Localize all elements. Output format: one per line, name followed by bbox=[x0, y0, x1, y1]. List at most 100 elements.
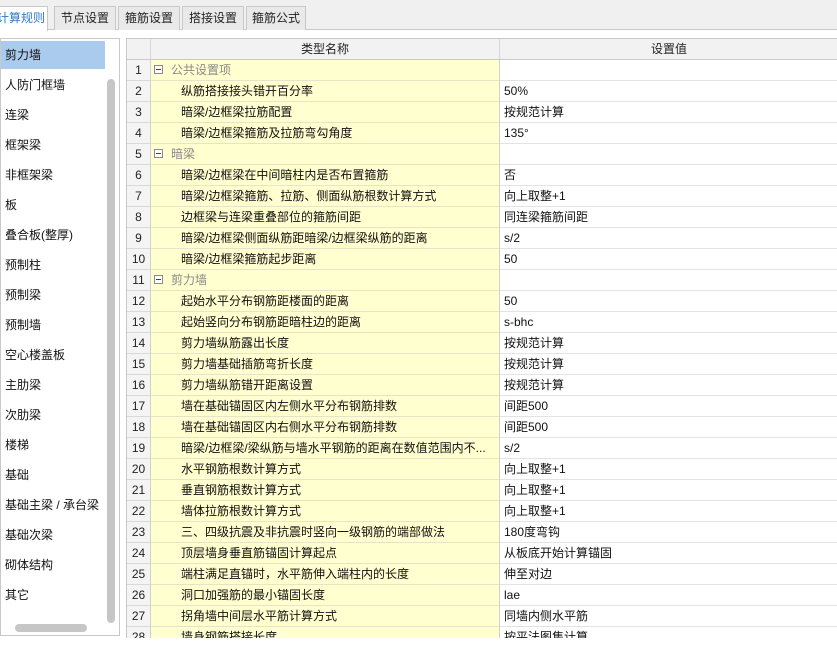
table-row[interactable]: 2 纵筋搭接接头错开百分率 50% bbox=[127, 81, 837, 102]
tab-stirrup-formula[interactable]: 箍筋公式 bbox=[246, 6, 306, 30]
name-cell: 剪力墙纵筋错开距离设置 bbox=[151, 375, 500, 396]
value-cell[interactable]: 向上取整+1 bbox=[500, 480, 837, 501]
table-row[interactable]: 25 端柱满足直锚时，水平筋伸入端柱内的长度 伸至对边 bbox=[127, 564, 837, 585]
table-row[interactable]: 7 暗梁/边框梁箍筋、拉筋、侧面纵筋根数计算方式 向上取整+1 bbox=[127, 186, 837, 207]
sidebar-item-frame-beam[interactable]: 框架梁 bbox=[1, 131, 105, 159]
table-row[interactable]: 27 拐角墙中间层水平筋计算方式 同墙内侧水平筋 bbox=[127, 606, 837, 627]
sidebar-item-slab[interactable]: 板 bbox=[1, 191, 105, 219]
value-cell[interactable]: 按平法图集计算 bbox=[500, 627, 837, 638]
sidebar-item-stair[interactable]: 楼梯 bbox=[1, 431, 105, 459]
group-row[interactable]: 11 剪力墙 bbox=[127, 270, 837, 291]
row-number: 13 bbox=[127, 312, 151, 333]
value-cell[interactable]: 按规范计算 bbox=[500, 333, 837, 354]
sidebar-item-foundation-main-beam[interactable]: 基础主梁 / 承台梁 bbox=[1, 491, 105, 519]
table-row[interactable]: 14 剪力墙纵筋露出长度 按规范计算 bbox=[127, 333, 837, 354]
name-cell: 墙在基础锚固区内右侧水平分布钢筋排数 bbox=[151, 417, 500, 438]
sidebar-item-secondary-rib-beam[interactable]: 次肋梁 bbox=[1, 401, 105, 429]
value-cell[interactable]: 50 bbox=[500, 291, 837, 312]
tab-lap-settings[interactable]: 搭接设置 bbox=[182, 6, 244, 30]
table-row[interactable]: 24 顶层墙身垂直筋锚固计算起点 从板底开始计算锚固 bbox=[127, 543, 837, 564]
sidebar-horizontal-scrollbar[interactable] bbox=[15, 624, 87, 632]
row-number: 2 bbox=[127, 81, 151, 102]
collapse-toggle-icon[interactable] bbox=[154, 149, 163, 158]
table-row[interactable]: 3 暗梁/边框梁拉筋配置 按规范计算 bbox=[127, 102, 837, 123]
header-type-name[interactable]: 类型名称 bbox=[151, 39, 500, 59]
group-label: 公共设置项 bbox=[171, 63, 232, 77]
table-row[interactable]: 19 暗梁/边框梁/梁纵筋与墙水平钢筋的距离在数值范围内不... s/2 bbox=[127, 438, 837, 459]
sidebar-item-foundation-secondary-beam[interactable]: 基础次梁 bbox=[1, 521, 105, 549]
value-cell[interactable]: lae bbox=[500, 585, 837, 606]
sidebar-item-composite-slab[interactable]: 叠合板(整厚) bbox=[1, 221, 105, 249]
sidebar-item-civil-defense-door-frame-wall[interactable]: 人防门框墙 bbox=[1, 71, 105, 99]
sidebar-vertical-scrollbar[interactable] bbox=[107, 79, 115, 623]
sidebar-item-non-frame-beam[interactable]: 非框架梁 bbox=[1, 161, 105, 189]
table-row[interactable]: 21 垂直钢筋根数计算方式 向上取整+1 bbox=[127, 480, 837, 501]
table-row[interactable]: 28 墙身钢筋搭接长度 按平法图集计算 bbox=[127, 627, 837, 638]
sidebar-item-precast-beam[interactable]: 预制梁 bbox=[1, 281, 105, 309]
table-row[interactable]: 17 墙在基础锚固区内左侧水平分布钢筋排数 间距500 bbox=[127, 396, 837, 417]
tab-calc-rules[interactable]: 计算规则 bbox=[0, 6, 48, 31]
group-row[interactable]: 1 公共设置项 bbox=[127, 60, 837, 81]
table-row[interactable]: 16 剪力墙纵筋错开距离设置 按规范计算 bbox=[127, 375, 837, 396]
value-cell[interactable]: s/2 bbox=[500, 228, 837, 249]
row-number: 27 bbox=[127, 606, 151, 627]
value-cell[interactable]: 伸至对边 bbox=[500, 564, 837, 585]
table-row[interactable]: 8 边框梁与连梁重叠部位的箍筋间距 同连梁箍筋间距 bbox=[127, 207, 837, 228]
value-cell[interactable]: 按规范计算 bbox=[500, 354, 837, 375]
value-cell[interactable]: 同墙内侧水平筋 bbox=[500, 606, 837, 627]
table-row[interactable]: 12 起始水平分布钢筋距楼面的距离 50 bbox=[127, 291, 837, 312]
table-row[interactable]: 18 墙在基础锚固区内右侧水平分布钢筋排数 间距500 bbox=[127, 417, 837, 438]
group-row[interactable]: 5 暗梁 bbox=[127, 144, 837, 165]
table-row[interactable]: 20 水平钢筋根数计算方式 向上取整+1 bbox=[127, 459, 837, 480]
table-row[interactable]: 23 三、四级抗震及非抗震时竖向一级钢筋的端部做法 180度弯钩 bbox=[127, 522, 837, 543]
sidebar-item-coupling-beam[interactable]: 连梁 bbox=[1, 101, 105, 129]
sidebar-item-foundation[interactable]: 基础 bbox=[1, 461, 105, 489]
sidebar-item-precast-column[interactable]: 预制柱 bbox=[1, 251, 105, 279]
name-cell: 暗梁/边框梁侧面纵筋距暗梁/边框梁纵筋的距离 bbox=[151, 228, 500, 249]
value-cell[interactable]: 按规范计算 bbox=[500, 102, 837, 123]
value-cell[interactable]: 否 bbox=[500, 165, 837, 186]
row-number: 28 bbox=[127, 627, 151, 638]
sidebar-item-shear-wall[interactable]: 剪力墙 bbox=[1, 41, 105, 69]
value-cell[interactable] bbox=[500, 60, 837, 81]
tab-bar: 计算规则 节点设置 箍筋设置 搭接设置 箍筋公式 bbox=[0, 0, 837, 31]
value-cell[interactable]: 180度弯钩 bbox=[500, 522, 837, 543]
value-cell[interactable]: 向上取整+1 bbox=[500, 501, 837, 522]
table-row[interactable]: 4 暗梁/边框梁箍筋及拉筋弯勾角度 135° bbox=[127, 123, 837, 144]
table-row[interactable]: 10 暗梁/边框梁箍筋起步距离 50 bbox=[127, 249, 837, 270]
table-row[interactable]: 6 暗梁/边框梁在中间暗柱内是否布置箍筋 否 bbox=[127, 165, 837, 186]
value-cell[interactable]: 50% bbox=[500, 81, 837, 102]
table-row[interactable]: 22 墙体拉筋根数计算方式 向上取整+1 bbox=[127, 501, 837, 522]
value-cell[interactable]: 间距500 bbox=[500, 417, 837, 438]
tab-node-settings[interactable]: 节点设置 bbox=[54, 6, 116, 30]
name-cell: 剪力墙基础插筋弯折长度 bbox=[151, 354, 500, 375]
value-cell[interactable] bbox=[500, 270, 837, 291]
value-cell[interactable] bbox=[500, 144, 837, 165]
value-cell[interactable]: 按规范计算 bbox=[500, 375, 837, 396]
collapse-toggle-icon[interactable] bbox=[154, 65, 163, 74]
row-number: 21 bbox=[127, 480, 151, 501]
tab-stirrup-settings[interactable]: 箍筋设置 bbox=[118, 6, 180, 30]
value-cell[interactable]: 向上取整+1 bbox=[500, 186, 837, 207]
sidebar-item-other[interactable]: 其它 bbox=[1, 581, 105, 609]
header-setting-value[interactable]: 设置值 bbox=[500, 39, 837, 59]
value-cell[interactable]: 从板底开始计算锚固 bbox=[500, 543, 837, 564]
value-cell[interactable]: s/2 bbox=[500, 438, 837, 459]
table-row[interactable]: 9 暗梁/边框梁侧面纵筋距暗梁/边框梁纵筋的距离 s/2 bbox=[127, 228, 837, 249]
name-cell: 端柱满足直锚时，水平筋伸入端柱内的长度 bbox=[151, 564, 500, 585]
value-cell[interactable]: 同连梁箍筋间距 bbox=[500, 207, 837, 228]
table-row[interactable]: 13 起始竖向分布钢筋距暗柱边的距离 s-bhc bbox=[127, 312, 837, 333]
collapse-toggle-icon[interactable] bbox=[154, 275, 163, 284]
table-row[interactable]: 26 洞口加强筋的最小锚固长度 lae bbox=[127, 585, 837, 606]
table-row[interactable]: 15 剪力墙基础插筋弯折长度 按规范计算 bbox=[127, 354, 837, 375]
value-cell[interactable]: 间距500 bbox=[500, 396, 837, 417]
name-cell: 墙体拉筋根数计算方式 bbox=[151, 501, 500, 522]
value-cell[interactable]: 135° bbox=[500, 123, 837, 144]
sidebar-item-hollow-floor-slab[interactable]: 空心楼盖板 bbox=[1, 341, 105, 369]
value-cell[interactable]: 向上取整+1 bbox=[500, 459, 837, 480]
sidebar-item-precast-wall[interactable]: 预制墙 bbox=[1, 311, 105, 339]
sidebar-item-masonry-structure[interactable]: 砌体结构 bbox=[1, 551, 105, 579]
value-cell[interactable]: s-bhc bbox=[500, 312, 837, 333]
value-cell[interactable]: 50 bbox=[500, 249, 837, 270]
sidebar-item-main-rib-beam[interactable]: 主肋梁 bbox=[1, 371, 105, 399]
